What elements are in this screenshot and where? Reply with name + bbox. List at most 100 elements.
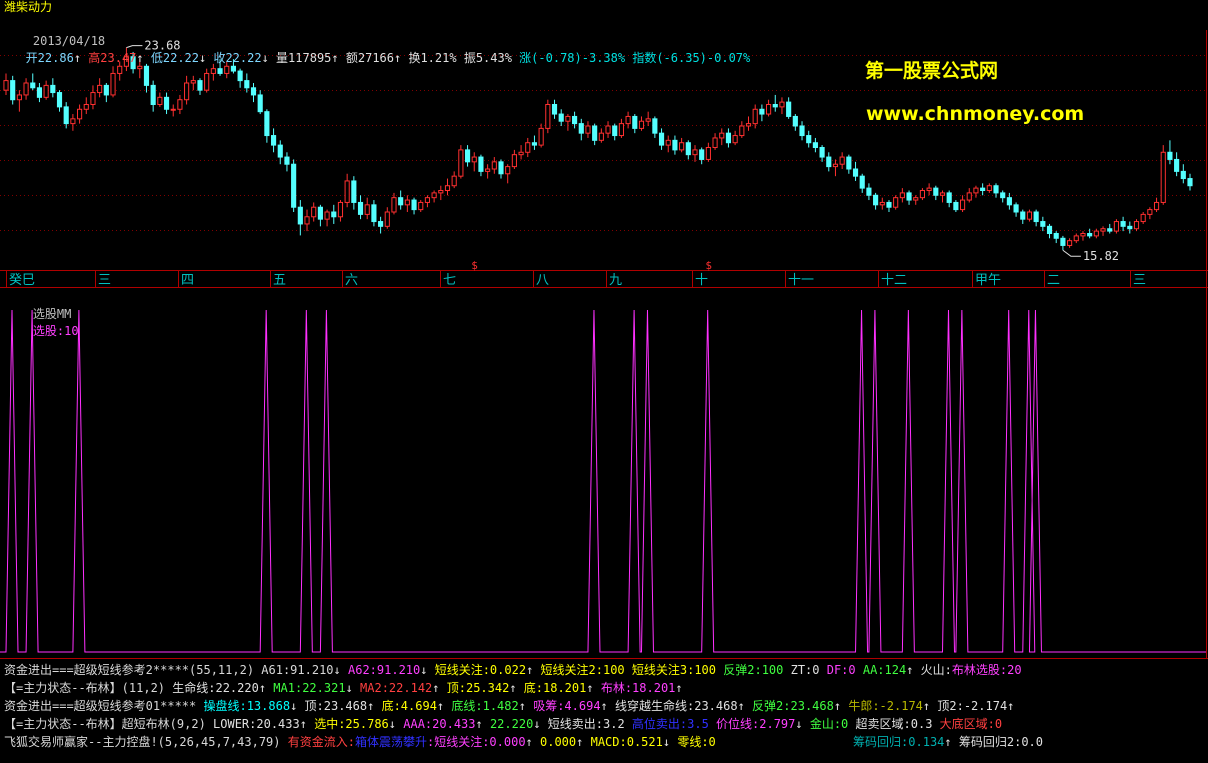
candle-body [1187,178,1193,187]
readout-value: MACD:0.521 [583,735,663,749]
readout-value: 金山:0 [802,717,849,731]
axis-label: 六 [345,273,358,288]
candle-body [3,80,9,91]
readout-value: LOWER:20.433 [205,717,300,731]
candle-body [1113,221,1119,232]
readout-value: 布林选股:20 [951,663,1022,677]
candle-body [565,115,571,122]
candle-body [1167,151,1173,160]
candle-body [846,156,852,170]
readout-value: ↓ [388,717,397,731]
candle-body [257,94,263,113]
candle-body [371,204,377,223]
candle-body [1140,213,1146,223]
stock-name: 潍柴动力 [4,0,53,14]
readout-row: 飞狐交易师赢家--主力控盘!(5,26,45,7,43,79) 有资金流入:箱体… [4,734,1043,751]
readout-value: 短线关注:0.022 [427,663,527,677]
candle-body [478,156,484,172]
readout-row: 【=主力状态--布林】超短布林(9,2) LOWER:20.433↑ 选中:25… [4,716,1002,733]
readout-value [716,735,846,749]
candle-body [525,142,531,153]
quote-item: 涨(-0.78)-3.38% [511,51,626,65]
candle-body [197,80,203,91]
candle-body [933,187,939,196]
readout-value: 箱体震荡攀升 [354,735,427,749]
candle-body [592,125,598,141]
readout-value: ↑ [475,717,483,731]
candle-body [518,151,524,156]
candle-body [291,163,297,208]
candle-body [404,199,410,206]
candle-body [304,216,310,225]
readout-value: 22.220 [482,717,534,731]
readout-value: 线穿越生命线:23.468 [607,699,738,713]
candle-body [357,201,364,215]
candle-body [1133,221,1140,230]
readout-value: AA:124 [855,663,907,677]
readout-value: 高位卖出:3.5 [624,717,709,731]
readout-value: ↓ [795,717,803,731]
readout-value: ↑ [258,681,267,695]
candle-body [384,211,390,227]
readout-value: 底线:1.482 [444,699,519,713]
candle-body [117,65,123,74]
candle-body [411,199,417,211]
quote-item: 换1.21% [401,51,457,65]
candle-body [250,87,257,96]
candle-body [632,115,638,129]
candle-body [752,108,758,125]
readout-value: 大底区域:0 [932,717,1003,731]
readout-value: ↑ [1007,699,1015,713]
candle-body [264,111,270,137]
candle-body [873,194,879,206]
candle-body [786,101,792,117]
candle-body [150,84,156,105]
axis-label: 十 [695,273,708,288]
candle-body [685,142,691,156]
candle-body [270,135,277,146]
candle-body [899,192,905,199]
candle-body [779,101,785,108]
candle-body [826,156,832,168]
candle-body [157,96,163,106]
candle-body [505,166,511,175]
candle-body [170,108,176,111]
readout-row: 资金进出===超级短线参考01***** 操盘线:13.868↓ 顶:23.46… [4,698,1014,715]
candle-body [204,72,210,91]
candle-body [237,70,243,82]
axis-label: 四 [181,273,194,288]
candle-body [30,82,36,89]
readout-value: ↑ [518,699,526,713]
candle-body [1093,230,1099,237]
readout-value: ↑ [586,681,594,695]
readout-value: MA1:22.321 [266,681,346,695]
candle-body [679,142,685,151]
candle-body [491,161,497,170]
axis-label: 九 [609,273,622,288]
series-last-value: 10 [64,324,79,338]
candle-body [645,118,651,122]
quote-date: 2013/04/18 [32,34,106,48]
dollar-marker: $ [705,259,712,272]
candle-body [939,192,946,196]
candle-body [1180,170,1186,180]
readout-value: 短线关注2:100 [533,663,625,677]
candle-body [973,187,979,194]
readout-value: 生命线:22.220 [165,681,259,695]
candle-body [103,84,109,96]
readout-value: ↑ [299,717,307,731]
candle-body [993,185,999,194]
candle-body [692,149,698,156]
candle-body [545,104,551,129]
candle-body [97,84,103,94]
candle-body [699,149,705,160]
candle-body [725,132,732,144]
candle-body [572,115,578,125]
candle-body [244,80,250,89]
indicator-title-line: 选股MM 选股:10 [4,289,79,357]
candle-body [638,120,645,129]
candle-body [311,206,317,218]
quote-item: 高23.47 [81,51,137,65]
candle-body [50,84,56,94]
readout-value: 有资金流入: [280,735,355,749]
